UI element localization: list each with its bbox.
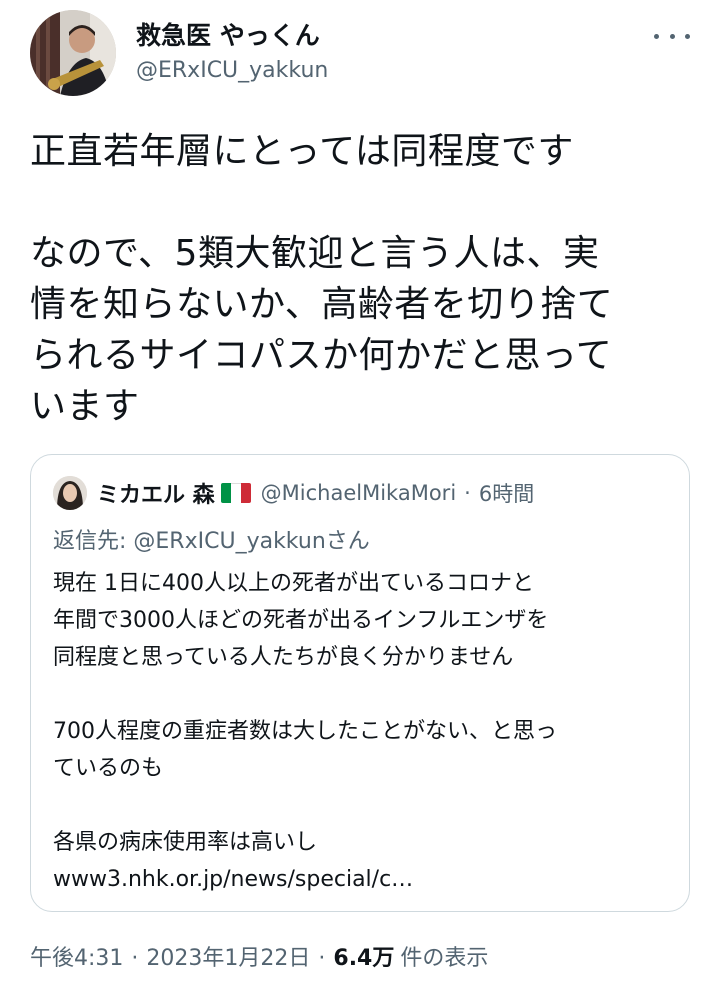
tweet-text: 正直若年層にとっては同程度です なので、5類大歓迎と言う人は、実 情を知らないか…: [30, 126, 690, 432]
reply-to-label: 返信先:: [53, 529, 134, 554]
tweet-header: 救急医 やっくん @ERxICU_yakkun: [30, 8, 690, 98]
separator-dot: ·: [318, 946, 326, 971]
quoted-author-avatar: [53, 476, 87, 510]
tweet-text-line: います: [30, 386, 140, 427]
author-avatar[interactable]: [30, 10, 116, 96]
tweet-time[interactable]: 午後4:31: [30, 946, 123, 971]
quoted-link[interactable]: www3.nhk.or.jp/news/special/c…: [53, 861, 673, 898]
more-horizontal-icon[interactable]: [654, 24, 690, 48]
quoted-author-name: ミカエル 森: [97, 483, 215, 508]
quoted-text-line: 年間で3000人ほどの死者が出るインフルエンザを: [53, 608, 549, 633]
quoted-tweet-text: 現在 1日に400人以上の死者が出ているコロナと 年間で3000人ほどの死者が出…: [53, 565, 673, 898]
tweet-metadata: 午後4:31 · 2023年1月22日 · 6.4万 件の表示: [30, 940, 488, 972]
tweet-text-line: られるサイコパスか何かだと思って: [30, 335, 613, 376]
separator-dot: ·: [131, 946, 139, 971]
quoted-text-line: 同程度と思っている人たちが良く分かりません: [53, 645, 514, 670]
tweet-text-line: 正直若年層にとっては同程度です: [30, 131, 574, 172]
dot-icon: [669, 33, 675, 39]
reply-to-line: 返信先: @ERxICU_yakkunさん: [53, 523, 370, 555]
dot-icon: [685, 33, 690, 39]
italy-flag-icon: [220, 483, 251, 503]
separator-dot: ·: [464, 481, 471, 505]
quoted-text-line: 700人程度の重症者数は大したことがない、と思っ: [53, 719, 557, 744]
views-count: 6.4万: [333, 946, 395, 971]
quoted-text-line: 現在 1日に400人以上の死者が出ているコロナと: [53, 571, 534, 596]
quoted-text-line: ているのも: [53, 756, 164, 781]
quoted-tweet-card[interactable]: ミカエル 森 @MichaelMikaMori · 6時間 返信先: @ERxI…: [30, 454, 690, 912]
tweet-detail: 救急医 やっくん @ERxICU_yakkun 正直若年層にとっては同程度です …: [0, 0, 720, 990]
quoted-tweet-time: 6時間: [478, 482, 535, 506]
quoted-tweet-header: ミカエル 森 @MichaelMikaMori · 6時間: [53, 475, 534, 511]
views-label: 件の表示: [400, 946, 489, 971]
quoted-author-handle: @MichaelMikaMori: [260, 481, 457, 505]
reply-to-suffix: さん: [325, 529, 370, 554]
reply-to-handle: @ERxICU_yakkun: [133, 529, 326, 554]
dot-icon: [654, 33, 659, 39]
author-display-name[interactable]: 救急医 やっくん: [136, 16, 320, 52]
author-handle[interactable]: @ERxICU_yakkun: [136, 58, 328, 83]
tweet-date[interactable]: 2023年1月22日: [146, 946, 310, 971]
tweet-text-line: なので、5類大歓迎と言う人は、実: [30, 233, 600, 274]
quoted-text-line: 各県の病床使用率は高いし: [53, 830, 318, 855]
tweet-text-line: 情を知らないか、高齢者を切り捨て: [30, 284, 614, 325]
